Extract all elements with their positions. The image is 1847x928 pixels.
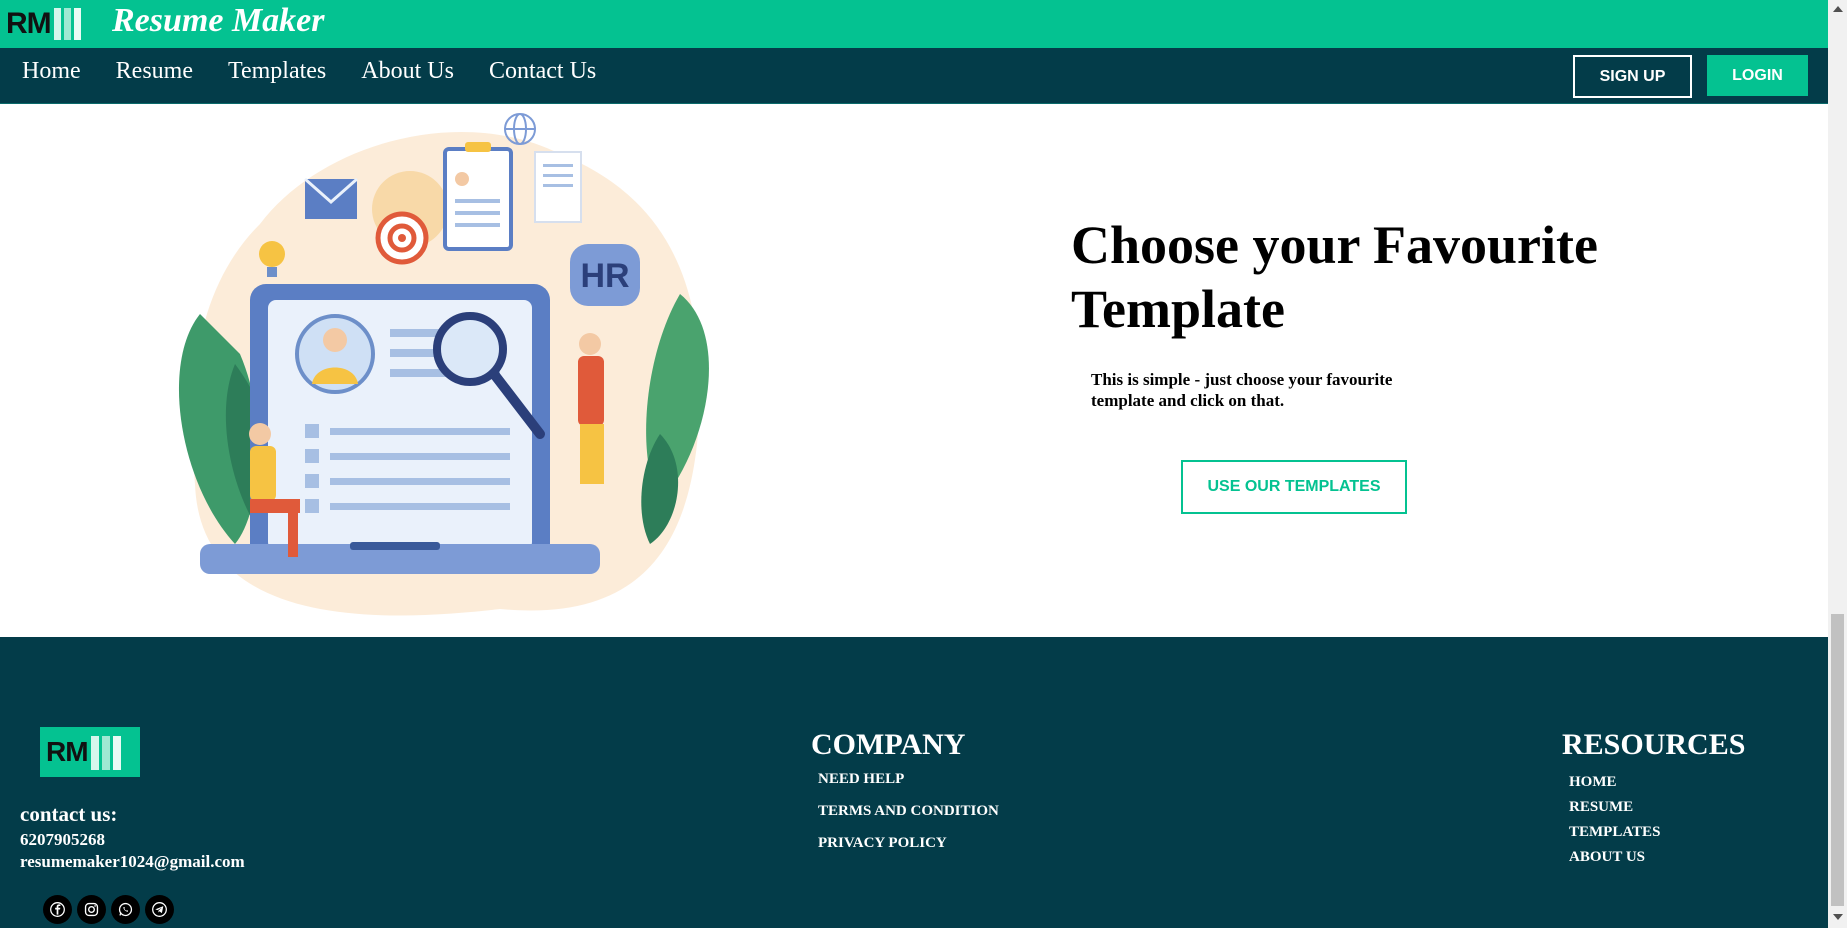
page-scrollbar[interactable] bbox=[1828, 0, 1847, 928]
use-templates-button[interactable]: USE OUR TEMPLATES bbox=[1181, 460, 1407, 514]
logo-text: RM bbox=[6, 7, 52, 40]
link-privacy-policy[interactable]: PRIVACY POLICY bbox=[818, 834, 999, 853]
link-need-help[interactable]: NEED HELP bbox=[818, 770, 999, 789]
nav-resume[interactable]: Resume bbox=[116, 58, 193, 85]
footer-logo-text: RM bbox=[46, 736, 89, 767]
whatsapp-icon[interactable] bbox=[111, 895, 140, 924]
telegram-icon[interactable] bbox=[145, 895, 174, 924]
footer: RM contact us: 6207905268 resumemaker102… bbox=[0, 637, 1828, 928]
login-button[interactable]: LOGIN bbox=[1707, 55, 1808, 96]
company-links: NEED HELP TERMS AND CONDITION PRIVACY PO… bbox=[818, 770, 999, 866]
site-logo[interactable]: RM bbox=[6, 7, 84, 40]
scrollbar-thumb[interactable] bbox=[1831, 614, 1844, 906]
main-nav: Home Resume Templates About Us Contact U… bbox=[0, 48, 1828, 104]
link-templates[interactable]: TEMPLATES bbox=[1569, 820, 1660, 845]
nav-templates[interactable]: Templates bbox=[228, 58, 326, 85]
logo-bars-icon bbox=[53, 8, 84, 40]
facebook-icon[interactable] bbox=[43, 895, 72, 924]
hero-title: Choose your Favourite Template bbox=[1071, 215, 1598, 339]
scroll-up-arrow-icon[interactable] bbox=[1833, 6, 1843, 12]
nav-contact-us[interactable]: Contact Us bbox=[489, 58, 596, 85]
instagram-icon[interactable] bbox=[77, 895, 106, 924]
nav-about-us[interactable]: About Us bbox=[361, 58, 454, 85]
hero-description: This is simple - just choose your favour… bbox=[1091, 370, 1393, 410]
resources-heading: RESOURCES bbox=[1562, 728, 1746, 761]
social-links bbox=[43, 895, 179, 924]
footer-logo[interactable]: RM bbox=[40, 727, 140, 777]
link-about-us[interactable]: ABOUT US bbox=[1569, 845, 1660, 870]
link-terms[interactable]: TERMS AND CONDITION bbox=[818, 802, 999, 821]
footer-logo-bars-icon bbox=[90, 736, 124, 770]
signup-button[interactable]: SIGN UP bbox=[1573, 55, 1692, 98]
brand-bar: RM Resume Maker bbox=[0, 0, 1828, 48]
resume-illustration: HR bbox=[178, 113, 709, 616]
contact-email[interactable]: resumemaker1024@gmail.com bbox=[20, 852, 245, 872]
site-title: Resume Maker bbox=[112, 2, 325, 39]
page: RM Resume Maker Home Resume Templates Ab… bbox=[0, 0, 1828, 928]
company-heading: COMPANY bbox=[811, 728, 966, 761]
nav-home[interactable]: Home bbox=[22, 58, 81, 85]
hr-badge: HR bbox=[580, 257, 629, 295]
contact-phone: 6207905268 bbox=[20, 830, 105, 849]
scroll-down-arrow-icon[interactable] bbox=[1833, 914, 1843, 920]
contact-heading: contact us: bbox=[20, 802, 118, 826]
nav-links: Home Resume Templates About Us Contact U… bbox=[22, 58, 631, 85]
resources-links: HOME RESUME TEMPLATES ABOUT US bbox=[1569, 770, 1660, 870]
link-home[interactable]: HOME bbox=[1569, 770, 1660, 795]
link-resume[interactable]: RESUME bbox=[1569, 795, 1660, 820]
